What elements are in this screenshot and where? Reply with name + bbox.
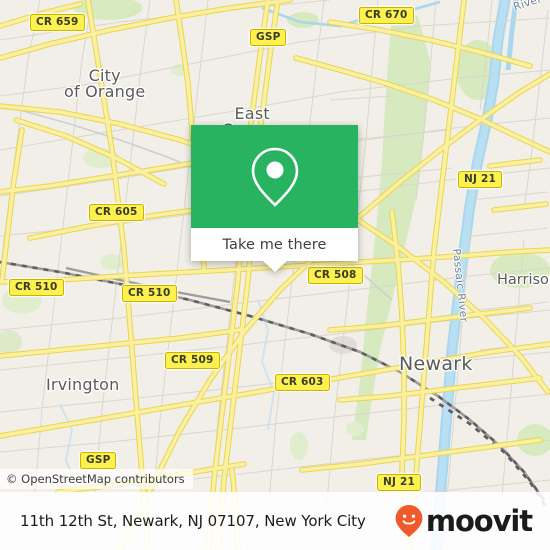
map-canvas[interactable]: City of Orange East Orange Newark Harris… <box>0 0 550 550</box>
place-label-city-of-orange: City of Orange <box>64 68 145 100</box>
map-attribution[interactable]: © OpenStreetMap contributors <box>0 469 193 489</box>
popup-header <box>191 125 358 228</box>
road-shield-cr-670[interactable]: CR 670 <box>359 7 414 24</box>
map-attribution-label: © OpenStreetMap contributors <box>6 472 185 486</box>
road-shield-nj-21-bottom[interactable]: NJ 21 <box>377 474 421 491</box>
moovit-smiley-pin-icon <box>395 505 423 537</box>
road-shield-cr-605[interactable]: CR 605 <box>89 204 144 221</box>
place-label-newark: Newark <box>399 353 473 375</box>
map-screenshot: City of Orange East Orange Newark Harris… <box>0 0 550 550</box>
place-label-line2: of Orange <box>64 82 146 101</box>
road-shield-nj-21[interactable]: NJ 21 <box>458 171 502 188</box>
road-shield-cr-509[interactable]: CR 509 <box>165 352 220 369</box>
location-popup-card[interactable]: Take me there <box>191 125 358 272</box>
moovit-wordmark: moovit <box>425 504 533 538</box>
footer-bar: 11th 12th St, Newark, NJ 07107, New York… <box>0 492 550 550</box>
map-pin-icon <box>251 147 298 207</box>
place-label-irvington: Irvington <box>46 375 120 394</box>
road-shield-cr-659[interactable]: CR 659 <box>30 14 85 31</box>
popup-pointer-tail <box>262 261 287 272</box>
address-label: 11th 12th St, Newark, NJ 07107, New York… <box>20 512 366 530</box>
take-me-there-button[interactable]: Take me there <box>191 228 358 261</box>
road-shield-gsp-top[interactable]: GSP <box>250 29 287 46</box>
moovit-logo[interactable]: moovit <box>394 504 533 538</box>
road-shield-cr-510-west[interactable]: CR 510 <box>9 279 64 296</box>
road-shield-cr-510-east[interactable]: CR 510 <box>122 285 177 302</box>
road-shield-cr-603[interactable]: CR 603 <box>275 374 330 391</box>
take-me-there-label: Take me there <box>222 236 327 253</box>
place-label-harrison: Harrison <box>497 272 550 288</box>
road-shield-gsp-bottom[interactable]: GSP <box>80 452 117 469</box>
